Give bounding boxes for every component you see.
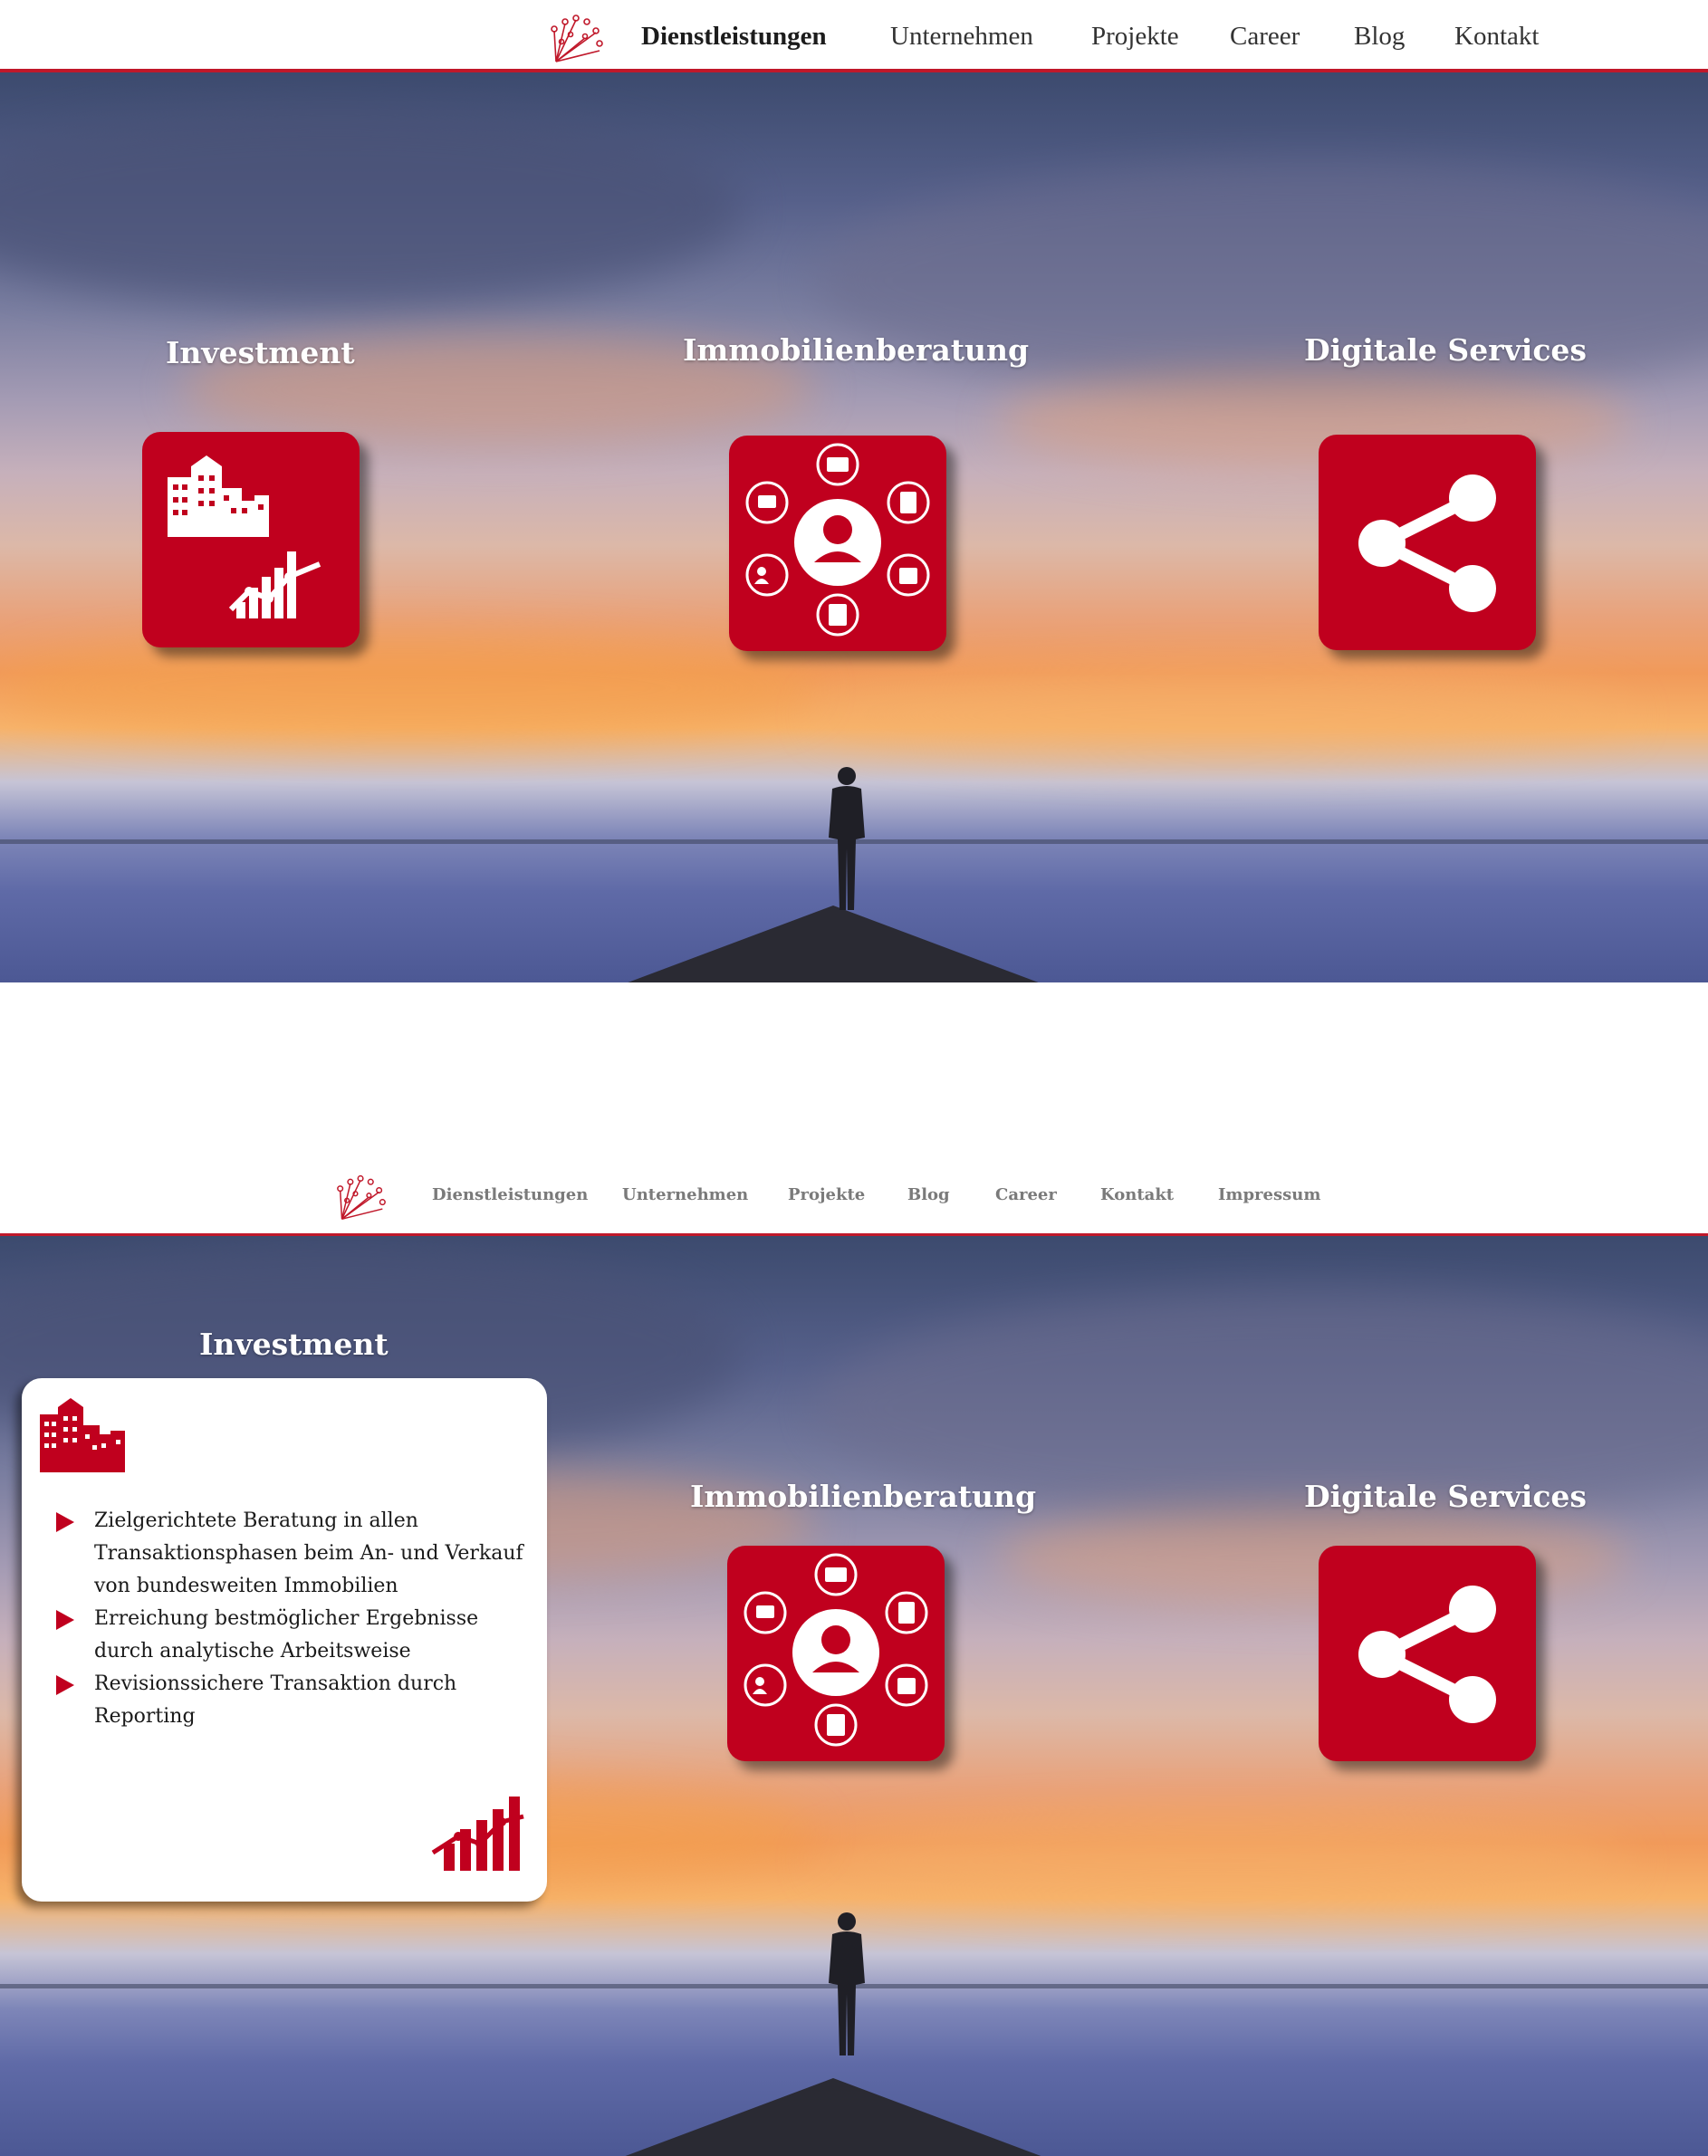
immobilienberatung-tile[interactable] <box>729 436 946 651</box>
top-navbar-2: Dienstleistungen Unternehmen Projekte Bl… <box>0 1154 1708 1236</box>
buildings-chart-icon <box>168 455 321 618</box>
service-title-immobilienberatung: Immobilienberatung <box>683 332 1030 368</box>
list-item: Erreichung bestmöglicher Ergebnisse durc… <box>56 1603 545 1668</box>
nav-dienstleistungen[interactable]: Dienstleistungen <box>432 1185 588 1204</box>
service-title-immobilienberatung: Immobilienberatung <box>690 1479 1037 1514</box>
nav-dienstleistungen[interactable]: Dienstleistungen <box>641 22 827 52</box>
nav-kontakt[interactable]: Kontakt <box>1100 1185 1174 1204</box>
top-navbar: Dienstleistungen Unternehmen Projekte Ca… <box>0 0 1708 72</box>
triangle-bullet-icon <box>56 1675 74 1695</box>
silhouette-person <box>829 767 865 910</box>
service-title-digitale-services: Digitale Services <box>1304 1479 1588 1514</box>
silhouette-person <box>829 1912 865 2055</box>
service-title-investment: Investment <box>166 335 355 370</box>
immobilienberatung-tile[interactable] <box>727 1546 945 1761</box>
share-icon <box>1358 474 1496 612</box>
investment-card[interactable]: Zielgerichtete Beratung in allen Transak… <box>22 1378 547 1902</box>
nav-projekte[interactable]: Projekte <box>1091 22 1179 52</box>
digitale-services-tile[interactable] <box>1319 1546 1536 1761</box>
triangle-bullet-icon <box>56 1610 74 1630</box>
digitale-services-tile[interactable] <box>1319 435 1536 650</box>
investment-tile[interactable] <box>142 432 360 647</box>
nav-blog[interactable]: Blog <box>1354 22 1405 52</box>
nav-projekte[interactable]: Projekte <box>788 1185 865 1204</box>
nav-career[interactable]: Career <box>995 1185 1057 1204</box>
share-icon <box>1358 1586 1496 1723</box>
growth-chart-icon <box>431 1797 524 1871</box>
nav-unternehmen[interactable]: Unternehmen <box>622 1185 748 1204</box>
service-title-digitale-services: Digitale Services <box>1304 332 1588 368</box>
service-title-investment: Investment <box>199 1327 389 1362</box>
nav-career[interactable]: Career <box>1230 22 1300 52</box>
nav-blog[interactable]: Blog <box>907 1185 950 1204</box>
triangle-bullet-icon <box>56 1512 74 1532</box>
logo-icon[interactable] <box>335 1172 388 1222</box>
hero-section: Investment Immobilienberatung Digitale S… <box>0 72 1708 982</box>
person-network-icon <box>744 1553 928 1747</box>
nav-unternehmen[interactable]: Unternehmen <box>890 22 1033 52</box>
person-network-icon <box>745 443 930 637</box>
nav-impressum[interactable]: Impressum <box>1218 1185 1320 1204</box>
buildings-icon <box>40 1398 125 1472</box>
nav-kontakt[interactable]: Kontakt <box>1454 22 1539 52</box>
list-item: Revisionssichere Transaktion durch Repor… <box>56 1668 545 1733</box>
logo-icon[interactable] <box>549 11 605 65</box>
investment-bullet-list: Zielgerichtete Beratung in allen Transak… <box>56 1505 545 1733</box>
list-item: Zielgerichtete Beratung in allen Transak… <box>56 1505 545 1603</box>
